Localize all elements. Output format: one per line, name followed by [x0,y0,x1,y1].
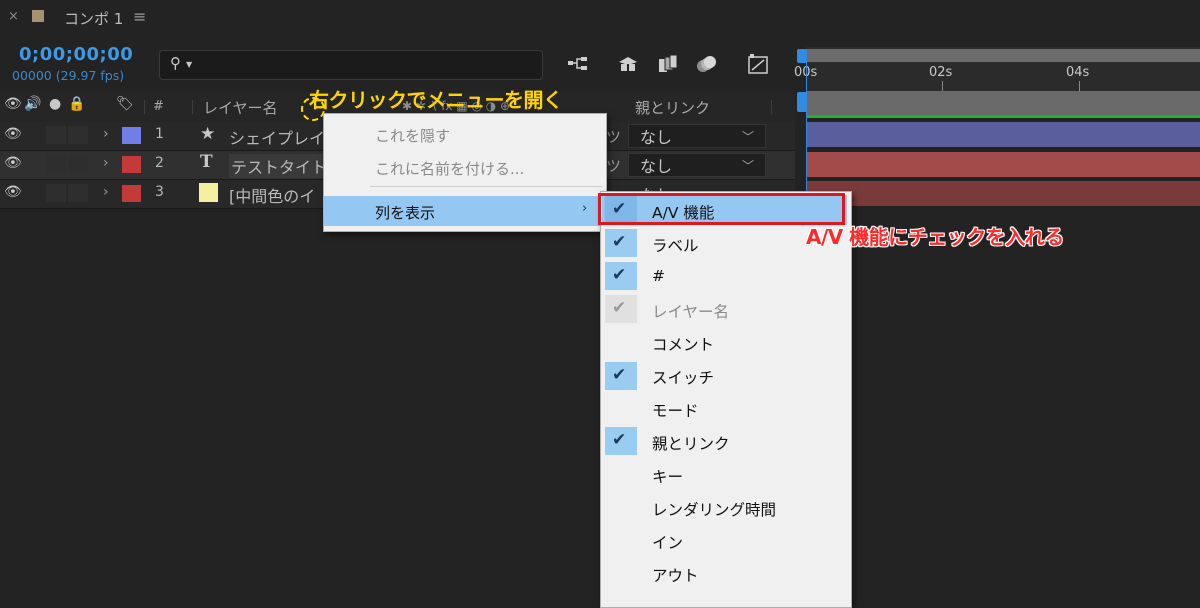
ruler-tick [942,81,943,91]
expand-chevron-icon[interactable]: › [103,155,109,171]
parent-dropdown-value: なし [640,128,673,147]
expand-chevron-icon[interactable]: › [103,184,109,200]
show-columns-submenu [600,191,852,608]
panel-menu-icon[interactable]: ≡ [133,7,146,26]
visibility-eye-icon[interactable]: 👁 [4,155,22,171]
column-divider[interactable] [192,100,193,114]
ruler-label-02s: 02s [929,65,953,80]
draft-3d-icon[interactable] [616,52,640,76]
solo-column-dot-icon[interactable]: ● [49,96,61,112]
frame-count-display: 00000 (29.97 fps) [12,68,125,83]
parent-pickwhip-icon[interactable]: ツ [606,155,621,176]
submenu-item-number[interactable]: # [652,267,665,285]
layer-label-color[interactable] [122,127,141,144]
menu-separator [370,186,602,187]
close-tab-icon[interactable]: × [8,9,19,24]
label-column-tag-icon[interactable]: 🏷 [116,96,134,112]
solo-toggle[interactable] [46,184,66,202]
shape-layer-star-icon: ★ [200,124,216,144]
ruler-label-04s: 04s [1066,65,1090,80]
search-dropdown-icon[interactable]: ▼ [186,60,192,69]
checkmark-icon: ✔ [612,365,627,385]
menu-item-rename-this[interactable]: これに名前を付ける... [324,152,606,182]
current-time-indicator[interactable] [806,60,807,192]
menu-item-show-columns[interactable]: 列を表示 [324,196,606,226]
checkmark-icon: ✔ [612,298,627,318]
menu-item-hide-this[interactable]: これを隠す [324,119,606,149]
frame-blending-icon[interactable] [656,52,680,76]
current-time-display[interactable]: 0;00;00;00 [19,44,133,65]
layer-2-duration-bar[interactable] [806,152,1200,177]
chevron-down-icon[interactable]: ﹀ [742,128,754,145]
layer-number: 3 [155,184,164,200]
layer-label-color[interactable] [122,156,141,173]
composition-color-swatch [32,10,44,22]
menu-item-label: これに名前を付ける... [375,160,525,178]
expand-chevron-icon[interactable]: › [103,126,109,142]
layer-1-duration-bar[interactable] [806,122,1200,147]
chevron-down-icon[interactable]: ﹀ [742,157,754,174]
number-column-header[interactable]: # [153,99,164,114]
checkmark-icon: ✔ [612,265,627,285]
render-cache-indicator [806,115,1200,118]
submenu-item-label[interactable]: ラベル [652,234,699,256]
parent-link-column-header[interactable]: 親とリンク [635,97,710,118]
parent-pickwhip-icon[interactable]: ツ [606,126,621,147]
work-area-bar[interactable] [806,91,1200,115]
graph-editor-icon[interactable] [746,52,770,76]
checkmark-icon: ✔ [612,232,627,252]
annotation-check-av: A/V 機能にチェックを入れる [806,225,1064,249]
solo-toggle[interactable] [46,126,66,144]
layer-number: 2 [155,155,164,171]
composition-tab-title[interactable]: コンポ 1 [64,8,123,29]
lock-toggle[interactable] [68,126,88,144]
layer-number: 1 [155,126,164,142]
search-icon: ⚲ [170,54,181,72]
composition-flowchart-icon[interactable] [566,52,590,76]
solo-toggle[interactable] [46,155,66,173]
annotation-right-click: 右クリックでメニューを開く [309,88,563,112]
submenu-item-layer-name: レイヤー名 [652,303,730,321]
motion-blur-icon[interactable] [694,52,718,76]
menu-item-label: 列を表示 [375,204,436,222]
video-column-eye-icon[interactable]: 👁 [4,96,22,112]
context-menu: これを隠す これに名前を付ける... 列を表示 [323,113,607,232]
submenu-arrow-icon: › [582,201,588,216]
layer-name[interactable]: [中間色のイ [229,183,315,207]
parent-dropdown-value: なし [640,157,673,176]
submenu-item-out[interactable]: アウト [652,564,699,586]
column-divider[interactable] [144,100,145,114]
layer-name-column-header[interactable]: レイヤー名 [203,97,278,118]
layer-label-color[interactable] [122,185,141,202]
lock-column-icon[interactable]: 🔒 [68,96,85,112]
visibility-eye-icon[interactable]: 👁 [4,184,22,200]
submenu-item-mode[interactable]: モード [652,399,699,421]
time-navigator-bar[interactable] [806,49,1200,62]
submenu-item-parent-link[interactable]: 親とリンク [652,432,730,454]
column-divider[interactable] [771,100,772,114]
composition-tab-bar [0,0,1200,36]
solid-color-swatch [199,183,218,202]
submenu-item-keys[interactable]: キー [652,465,683,487]
checkmark-icon: ✔ [612,430,627,450]
layer-3-duration-bar[interactable] [806,181,1200,206]
text-layer-icon: T [200,152,213,172]
submenu-item-in[interactable]: イン [652,531,683,553]
lock-toggle[interactable] [68,184,88,202]
audio-column-speaker-icon[interactable]: 🔊 [24,96,41,112]
submenu-item-comment[interactable]: コメント [652,333,714,355]
ruler-tick [1079,81,1080,91]
visibility-eye-icon[interactable]: 👁 [4,126,22,142]
menu-item-label: これを隠す [375,127,451,145]
submenu-item-render-time[interactable]: レンダリング時間 [652,498,776,520]
submenu-item-switches[interactable]: スイッチ [652,366,714,388]
lock-toggle[interactable] [68,155,88,173]
layer-search-input[interactable] [159,50,543,80]
